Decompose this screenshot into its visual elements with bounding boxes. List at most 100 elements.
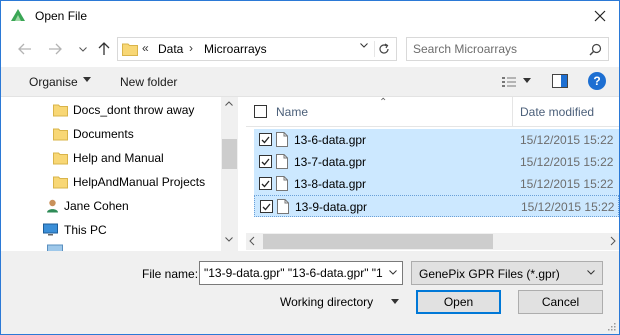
search-icon (589, 43, 602, 56)
document-icon (276, 132, 288, 147)
arrow-up-icon (98, 42, 110, 55)
help-button[interactable]: ? (588, 72, 606, 90)
preview-pane-icon[interactable] (552, 74, 568, 88)
arrow-right-icon (49, 43, 62, 55)
row-checkbox[interactable] (259, 155, 272, 168)
view-details-icon[interactable] (501, 75, 517, 89)
document-icon (277, 199, 289, 214)
chevron-down-icon[interactable] (360, 43, 368, 48)
scroll-right-icon[interactable] (610, 236, 616, 246)
open-file-dialog: Open File « Data › Microarrays Search Mi… (0, 0, 620, 335)
file-list-header: ⌃ Name Date modified (246, 97, 619, 127)
select-all-checkbox[interactable] (254, 105, 267, 118)
document-icon (276, 176, 288, 191)
breadcrumb-separator[interactable]: › (189, 41, 193, 55)
file-row-13-8[interactable]: 13-8-data.gpr 15/12/2015 15:22 (254, 173, 619, 195)
nav-item-label: Documents (73, 127, 134, 141)
forward-button[interactable] (45, 39, 65, 59)
scroll-down-icon[interactable] (225, 237, 233, 242)
column-header-date-modified[interactable]: Date modified (520, 105, 594, 119)
row-checkbox[interactable] (259, 133, 272, 146)
navigation-pane: Docs_dont throw away Documents Help and … (1, 97, 239, 251)
file-list-horizontal-scrollbar[interactable] (246, 233, 619, 250)
search-box[interactable] (406, 37, 609, 61)
nav-item-label: HelpAndManual Projects (73, 175, 206, 189)
folder-icon (53, 152, 68, 165)
file-list: ⌃ Name Date modified 13-6-data.gpr 15/12… (246, 97, 619, 251)
user-icon (47, 199, 58, 213)
folder-icon (53, 128, 68, 141)
file-name: 13-7-data.gpr (294, 155, 367, 169)
refresh-button[interactable] (374, 41, 392, 57)
checkmark-icon (261, 136, 270, 143)
up-button[interactable] (95, 39, 113, 59)
file-row-13-6[interactable]: 13-6-data.gpr 15/12/2015 15:22 (254, 129, 619, 151)
file-type-label: GenePix GPR Files (*.gpr) (419, 267, 560, 281)
close-button[interactable] (589, 5, 611, 27)
file-name-input[interactable]: "13-9-data.gpr" "13-6-data.gpr" "1 (199, 261, 403, 285)
scrollbar-thumb[interactable] (222, 139, 237, 169)
nav-item-label: Help and Manual (73, 151, 164, 165)
address-bar[interactable]: « Data › Microarrays (117, 37, 397, 61)
cancel-button[interactable]: Cancel (518, 290, 603, 314)
refresh-icon (378, 43, 389, 54)
file-name: 13-6-data.gpr (294, 133, 367, 147)
file-type-select[interactable]: GenePix GPR Files (*.gpr) (411, 261, 603, 285)
breadcrumb-data[interactable]: Data (158, 42, 183, 56)
nav-item-documents[interactable]: Documents (1, 123, 221, 145)
nav-item-label: This PC (64, 223, 107, 237)
chevron-down-icon (79, 46, 87, 52)
file-date: 15/12/2015 15:22 (521, 200, 615, 214)
new-folder-button[interactable]: New folder (120, 75, 177, 89)
file-row-13-7[interactable]: 13-7-data.gpr 15/12/2015 15:22 (254, 151, 619, 173)
app-icon (11, 9, 25, 21)
file-row-13-9[interactable]: 13-9-data.gpr 15/12/2015 15:22 (254, 195, 619, 217)
row-checkbox[interactable] (260, 200, 273, 213)
organise-button[interactable]: Organise (29, 75, 78, 89)
nav-item-helpandmanual-projects[interactable]: HelpAndManual Projects (1, 171, 221, 193)
chevron-down-icon[interactable] (389, 270, 397, 275)
nav-item-docs-dont-throw-away[interactable]: Docs_dont throw away (1, 99, 221, 121)
resize-grip-icon[interactable] (606, 321, 616, 331)
scrollbar-thumb[interactable] (263, 234, 493, 249)
folder-icon (53, 176, 68, 189)
caret-down-icon[interactable] (83, 77, 91, 82)
folder-icon (122, 43, 138, 56)
file-date: 15/12/2015 15:22 (520, 133, 614, 147)
nav-item-help-and-manual[interactable]: Help and Manual (1, 147, 221, 169)
working-directory-button[interactable]: Working directory (280, 295, 373, 309)
dialog-footer: File name: "13-9-data.gpr" "13-6-data.gp… (1, 251, 619, 334)
arrow-left-icon (18, 43, 31, 55)
nav-item-jane-cohen[interactable]: Jane Cohen (1, 195, 221, 217)
scroll-left-icon[interactable] (249, 236, 255, 246)
row-checkbox[interactable] (259, 177, 272, 190)
file-name: 13-8-data.gpr (294, 177, 367, 191)
checkmark-icon (261, 180, 270, 187)
chevron-down-icon (587, 270, 595, 275)
document-icon (276, 154, 288, 169)
title-bar: Open File (1, 1, 619, 31)
recent-locations-button[interactable] (75, 39, 91, 59)
sort-ascending-icon: ⌃ (379, 97, 388, 108)
open-button[interactable]: Open (416, 290, 501, 314)
caret-down-icon[interactable] (523, 78, 531, 83)
scroll-up-icon[interactable] (225, 101, 233, 106)
file-name-label: File name: (142, 267, 199, 281)
nav-item-label: Jane Cohen (64, 199, 129, 213)
caret-down-icon[interactable] (391, 299, 399, 304)
close-icon (594, 10, 606, 22)
back-button[interactable] (15, 39, 35, 59)
column-divider[interactable] (512, 97, 513, 127)
search-input[interactable] (413, 42, 583, 56)
file-name: 13-9-data.gpr (295, 200, 368, 214)
column-header-name[interactable]: Name (276, 105, 308, 119)
breadcrumb-microarrays[interactable]: Microarrays (204, 42, 267, 56)
computer-icon (43, 223, 58, 236)
checkmark-icon (261, 158, 270, 165)
nav-item-this-pc[interactable]: This PC (1, 219, 221, 241)
nav-item-label: Docs_dont throw away (73, 103, 195, 117)
nav-pane-scrollbar[interactable] (221, 97, 238, 251)
file-date: 15/12/2015 15:22 (520, 155, 614, 169)
dialog-title: Open File (35, 9, 88, 23)
breadcrumb-overflow[interactable]: « (142, 41, 149, 55)
